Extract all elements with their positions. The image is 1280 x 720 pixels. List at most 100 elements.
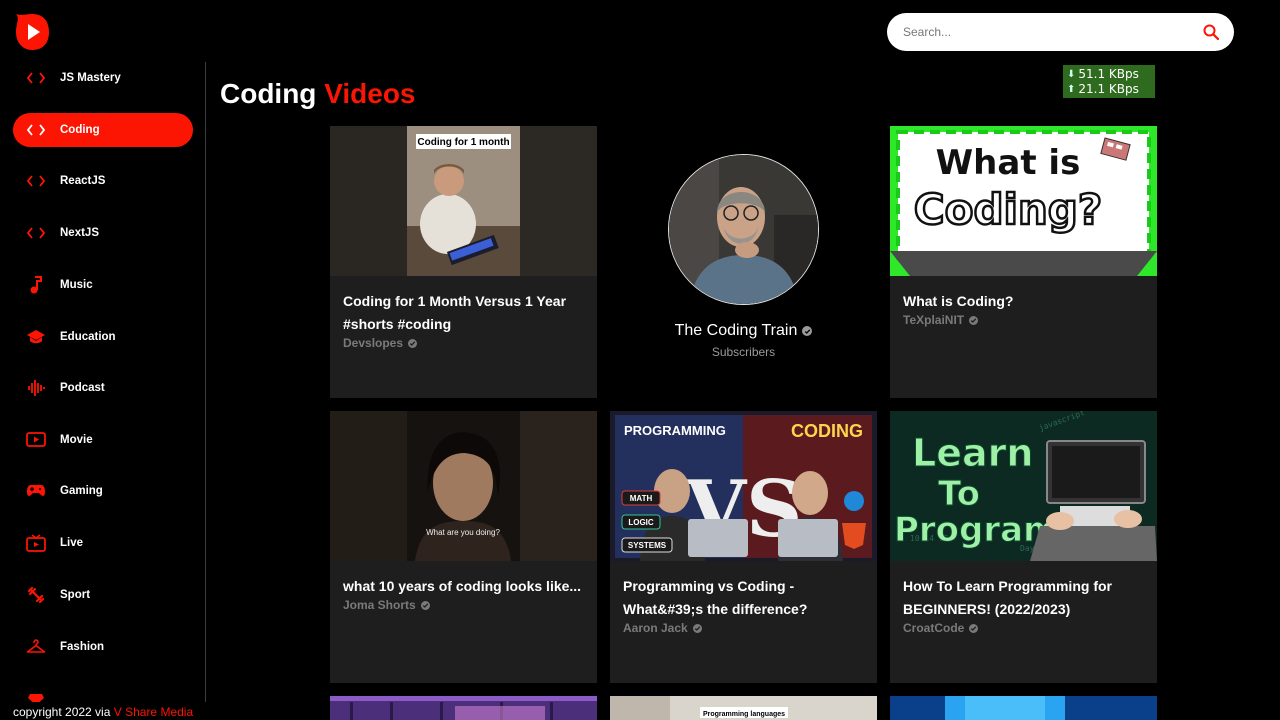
svg-text:Coding?: Coding?	[914, 185, 1102, 234]
thumbnail-right-label: CODING	[791, 421, 863, 441]
sidebar-item-reactjs[interactable]: ReactJS	[13, 164, 193, 198]
video-title[interactable]: What is Coding?	[903, 290, 1144, 313]
video-channel[interactable]: CroatCode	[903, 621, 1144, 635]
search-icon[interactable]	[1202, 23, 1220, 41]
code-icon	[26, 120, 46, 140]
video-card[interactable]: What is Coding? What is Coding? TeXplaiN…	[890, 126, 1157, 398]
sidebar-item-label: Gaming	[60, 485, 103, 497]
sidebar-item-fashion[interactable]: Fashion	[13, 630, 193, 664]
sidebar-item-partial[interactable]	[13, 682, 193, 702]
code-icon	[26, 223, 46, 243]
sidebar-item-label: Education	[60, 331, 116, 343]
sidebar-item-movie[interactable]: Movie	[13, 423, 193, 457]
video-thumbnail[interactable]	[890, 696, 1157, 720]
channel-avatar[interactable]	[668, 154, 819, 305]
play-logo-icon[interactable]	[14, 12, 50, 52]
app-root: ⬇51.1 KBps ⬆21.1 KBps JS Mastery Coding …	[0, 0, 1280, 720]
thumbnail-caption: Programming languages	[703, 711, 785, 718]
download-speed: 51.1 KBps	[1078, 67, 1139, 81]
thumbnail-caption: What are you doing?	[426, 528, 500, 537]
thumbnail-tag: LOGIC	[628, 518, 654, 527]
video-thumbnail[interactable]	[330, 696, 597, 720]
page-title-main: Coding	[220, 78, 317, 109]
sidebar-item-gaming[interactable]: Gaming	[13, 474, 193, 508]
video-title[interactable]: How To Learn Programming for BEGINNERS! …	[903, 575, 1144, 621]
video-title[interactable]: Coding for 1 Month Versus 1 Year #shorts…	[343, 290, 584, 336]
sidebar-item-label: Coding	[60, 124, 100, 136]
channel-name: Joma Shorts	[343, 598, 416, 612]
video-card[interactable]: What are you doing? what 10 years of cod…	[330, 411, 597, 683]
video-title[interactable]: what 10 years of coding looks like...	[343, 575, 584, 598]
copyright-brand-link[interactable]: V Share Media	[114, 705, 193, 719]
network-speed-meter: ⬇ 51.1 KBps ⬆ 21.1 KBps	[1063, 65, 1155, 98]
video-card[interactable]: PROGRAMMING CODING VS MATH LOGIC SYSTEMS	[610, 411, 877, 683]
copyright-text: copyright 2022 via	[13, 705, 111, 719]
search-bar[interactable]	[887, 13, 1234, 51]
sidebar-item-label: Sport	[60, 589, 91, 601]
sidebar-item-nextjs[interactable]: NextJS	[13, 216, 193, 250]
sidebar-item-live[interactable]: Live	[13, 526, 193, 560]
svg-text:What is: What is	[936, 143, 1081, 183]
search-input[interactable]	[903, 25, 1202, 39]
video-thumbnail[interactable]: Coding for 1 month	[330, 126, 597, 276]
video-card[interactable]	[890, 696, 1157, 720]
sidebar-item-label: Live	[60, 537, 84, 549]
video-card[interactable]	[330, 696, 597, 720]
channel-name: TeXplaiNIT	[903, 313, 965, 327]
sidebar-item-label: ReactJS	[60, 175, 106, 187]
sidebar-item-label: Podcast	[60, 382, 105, 394]
video-thumbnail[interactable]: javascript 10 14 15 Day else Learn To Pr…	[890, 411, 1157, 561]
svg-text:To: To	[938, 474, 980, 514]
channel-name: The Coding Train	[674, 322, 798, 339]
verified-check-icon	[969, 315, 979, 325]
sidebar-item-label: Movie	[60, 434, 93, 446]
sidebar-item-label: Music	[60, 279, 93, 291]
video-card[interactable]: Programming languages	[610, 696, 877, 720]
channel-subscribers: Subscribers	[711, 345, 776, 359]
dumbbell-icon	[26, 585, 46, 605]
sidebar-item-js-mastery[interactable]: JS Mastery	[13, 62, 193, 95]
sidebar-item-label: NextJS	[60, 227, 99, 239]
video-card[interactable]: Coding for 1 month Coding for 1 Month Ve…	[330, 126, 597, 398]
video-channel[interactable]: Devslopes	[343, 336, 584, 350]
video-thumbnail[interactable]: What are you doing?	[330, 411, 597, 561]
jewel-icon	[26, 689, 46, 702]
video-card[interactable]: javascript 10 14 15 Day else Learn To Pr…	[890, 411, 1157, 683]
copyright-footer: copyright 2022 via V Share Media	[13, 705, 193, 719]
channel-card[interactable]: The Coding Train Subscribers	[610, 126, 877, 398]
video-thumbnail[interactable]: Programming languages	[610, 696, 877, 720]
video-channel[interactable]: Joma Shorts	[343, 598, 584, 612]
page-title-accent: Videos	[324, 78, 416, 109]
video-channel[interactable]: Aaron Jack	[623, 621, 864, 635]
sidebar-item-podcast[interactable]: Podcast	[13, 371, 193, 405]
channel-name: CroatCode	[903, 621, 965, 635]
verified-check-icon	[692, 623, 702, 633]
download-arrow-icon: ⬇	[1067, 69, 1076, 80]
code-icon	[26, 68, 46, 88]
page-title: Coding Videos	[220, 78, 416, 110]
thumbnail-left-label: PROGRAMMING	[624, 423, 726, 438]
sidebar-item-music[interactable]: Music	[13, 268, 193, 302]
verified-check-icon	[408, 338, 418, 348]
thumbnail-tag: MATH	[630, 494, 653, 503]
music-note-icon	[26, 275, 46, 295]
verified-check-icon	[420, 600, 430, 610]
thumbnail-tag: SYSTEMS	[628, 541, 667, 550]
svg-text:Program: Program	[894, 510, 1059, 550]
svg-text:Learn: Learn	[912, 431, 1033, 475]
sidebar-item-education[interactable]: Education	[13, 320, 193, 354]
video-channel[interactable]: TeXplaiNIT	[903, 313, 1144, 327]
hanger-icon	[26, 637, 46, 657]
sidebar-item-coding[interactable]: Coding	[13, 113, 193, 147]
channel-name-row[interactable]: The Coding Train	[610, 322, 877, 340]
live-tv-icon	[26, 533, 46, 553]
video-title[interactable]: Programming vs Coding - What&#39;s the d…	[623, 575, 864, 621]
video-thumbnail[interactable]: What is Coding?	[890, 126, 1157, 276]
graduation-cap-icon	[26, 327, 46, 347]
sidebar: JS Mastery Coding ReactJS NextJS Music E…	[0, 62, 206, 702]
video-thumbnail[interactable]: PROGRAMMING CODING VS MATH LOGIC SYSTEMS	[610, 411, 877, 561]
sidebar-item-sport[interactable]: Sport	[13, 578, 193, 612]
verified-check-icon	[802, 326, 813, 336]
upload-speed: 21.1 KBps	[1078, 82, 1139, 96]
gamepad-icon	[26, 481, 46, 501]
